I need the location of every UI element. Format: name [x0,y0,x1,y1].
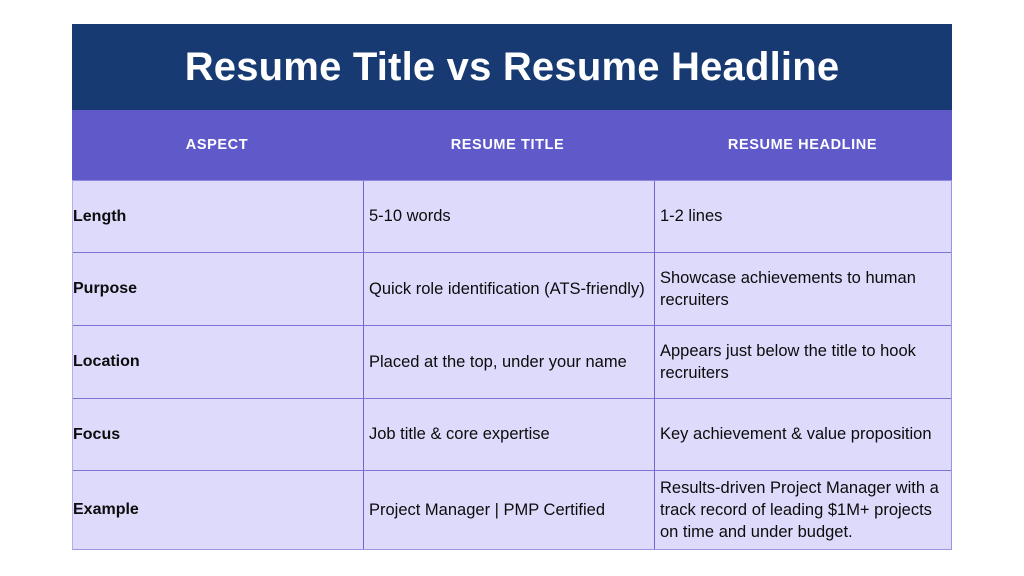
table-row: Focus Job title & core expertise Key ach… [73,398,951,470]
cell-aspect: Length [73,181,363,252]
table-row: Example Project Manager | PMP Certified … [73,470,951,549]
slide-canvas: Resume Title vs Resume Headline ASPECT R… [0,0,1024,576]
cell-aspect-text: Focus [73,425,121,443]
cell-resume-headline: Showcase achievements to human recruiter… [654,253,953,325]
column-header-resume-title: RESUME TITLE [450,137,565,153]
cell-resume-headline-text: Key achievement & value proposition [660,425,932,444]
cell-aspect-text: Example [73,501,139,519]
cell-resume-title: Quick role identification (ATS-friendly) [363,253,654,325]
cell-aspect-text: Purpose [73,280,138,298]
cell-resume-headline: 1-2 lines [654,181,953,252]
column-header-aspect: ASPECT [185,137,249,153]
cell-resume-title: Placed at the top, under your name [363,326,654,398]
cell-resume-headline-text: 1-2 lines [660,207,723,226]
cell-resume-headline-text: Appears just below the title to hook rec… [660,341,916,382]
table-body: Length 5-10 words 1-2 lines Purpose Quic… [72,180,952,550]
page-title: Resume Title vs Resume Headline [184,45,840,89]
cell-aspect-text: Location [73,353,140,371]
cell-resume-title: Job title & core expertise [363,399,654,470]
table-row: Purpose Quick role identification (ATS-f… [73,252,951,325]
cell-resume-headline: Key achievement & value proposition [654,399,953,470]
table-header-row: ASPECT RESUME TITLE RESUME HEADLINE [72,110,952,180]
cell-aspect-text: Length [73,207,127,225]
cell-resume-headline: Results-driven Project Manager with a tr… [654,471,953,549]
cell-resume-title-text: 5-10 words [369,207,451,226]
cell-resume-title: Project Manager | PMP Certified [363,471,654,549]
cell-aspect: Location [73,326,363,398]
cell-resume-title-text: Quick role identification (ATS-friendly) [369,279,645,298]
table-row: Length 5-10 words 1-2 lines [73,180,951,252]
cell-aspect: Purpose [73,253,363,325]
table-row: Location Placed at the top, under your n… [73,325,951,398]
cell-resume-headline-text: Results-driven Project Manager with a tr… [660,478,939,542]
cell-aspect: Example [73,471,363,549]
cell-resume-headline: Appears just below the title to hook rec… [654,326,953,398]
comparison-table: Resume Title vs Resume Headline ASPECT R… [72,24,952,550]
cell-resume-title-text: Placed at the top, under your name [369,352,627,371]
title-banner: Resume Title vs Resume Headline [72,24,952,110]
cell-resume-title-text: Project Manager | PMP Certified [369,500,605,519]
cell-resume-headline-text: Showcase achievements to human recruiter… [660,268,916,309]
cell-resume-title: 5-10 words [363,181,654,252]
column-header-resume-headline: RESUME HEADLINE [727,137,878,153]
cell-resume-title-text: Job title & core expertise [369,425,550,444]
cell-aspect: Focus [73,399,363,470]
